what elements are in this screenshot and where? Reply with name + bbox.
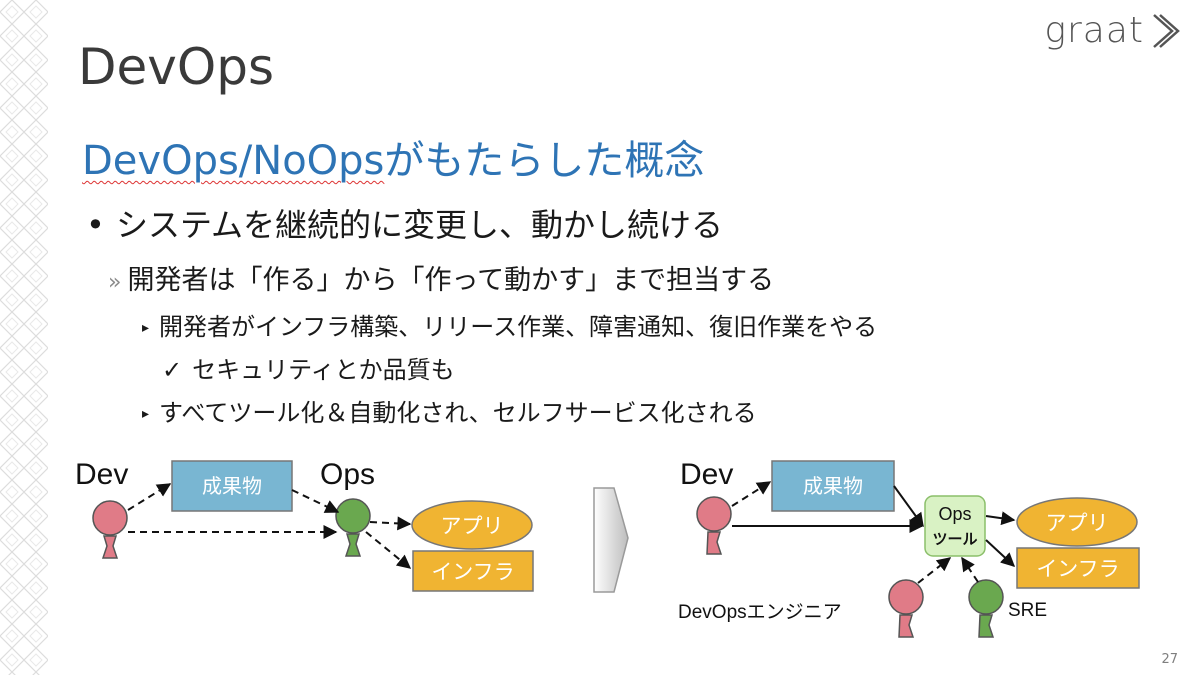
bullet-level2-text: 開発者は「作る」から「作って動かす」まで担当する — [127, 265, 775, 296]
sre-person-icon — [968, 579, 1004, 638]
ops-tool-label-line2: ツール — [932, 531, 977, 548]
devops-diagram: Dev 成果物 Ops アプリ インフラ Dev 成果物 Ops ツール アプリ… — [75, 458, 1140, 638]
devops-engineer-label: DevOpsエンジニア — [678, 602, 842, 623]
before-ops-label: Ops — [320, 458, 375, 491]
bullet-level4: ✓ セキュリティとか品質も — [162, 350, 455, 385]
bullet-level1: • システムを継続的に変更し、動かし続ける — [86, 200, 723, 246]
bullet-level3-a-text: 開発者がインフラ構築、リリース作業、障害通知、復旧作業をやる — [159, 313, 878, 341]
bullet-level3-b-text: すべてツール化＆自動化され、セルフサービス化される — [159, 399, 757, 427]
after-dev-label: Dev — [680, 458, 733, 491]
before-ops-person-icon — [335, 498, 371, 557]
ops-tool-label-line1: Ops — [938, 504, 971, 524]
subtitle-rest: がもたらした概念 — [384, 138, 705, 184]
sre-label: SRE — [1008, 600, 1047, 621]
triangle-marker: ▸ — [142, 406, 150, 422]
before-dev-person-icon — [92, 500, 128, 559]
after-artifact-label: 成果物 — [803, 475, 863, 498]
before-artifact-label: 成果物 — [202, 475, 262, 498]
devops-engineer-person-icon — [888, 579, 924, 638]
bullet-dot: • — [86, 206, 105, 244]
section-subtitle: DevOps/NoOpsがもたらした概念 — [82, 128, 704, 186]
graat-logo: graat — [1044, 10, 1180, 51]
checkmark-marker: ✓ — [162, 356, 183, 384]
before-dev-label: Dev — [75, 458, 128, 491]
before-infra-label: インフラ — [431, 561, 514, 584]
after-app-label: アプリ — [1046, 512, 1109, 535]
bullet-level4-text: セキュリティとか品質も — [192, 356, 455, 384]
subtitle-devops-noops: DevOps/NoOps — [82, 138, 385, 184]
after-dev-person-icon — [696, 496, 732, 555]
logo-text: graat — [1044, 10, 1144, 51]
double-chevron-marker: » — [108, 270, 122, 295]
transition-arrow-icon — [593, 487, 629, 593]
after-infra-label: インフラ — [1036, 558, 1119, 581]
bullet-level1-text: システムを継続的に変更し、動かし続ける — [116, 206, 724, 244]
slide-title: DevOps — [78, 38, 274, 96]
before-app-label: アプリ — [441, 515, 504, 538]
bullet-level2: » 開発者は「作る」から「作って動かす」まで担当する — [108, 258, 774, 297]
triangle-marker: ▸ — [142, 320, 150, 336]
page-number: 27 — [1161, 652, 1178, 667]
logo-chevron-icon — [1153, 13, 1180, 48]
bullet-level3-b: ▸ すべてツール化＆自動化され、セルフサービス化される — [142, 393, 757, 428]
bullet-level3-a: ▸ 開発者がインフラ構築、リリース作業、障害通知、復旧作業をやる — [142, 307, 877, 342]
